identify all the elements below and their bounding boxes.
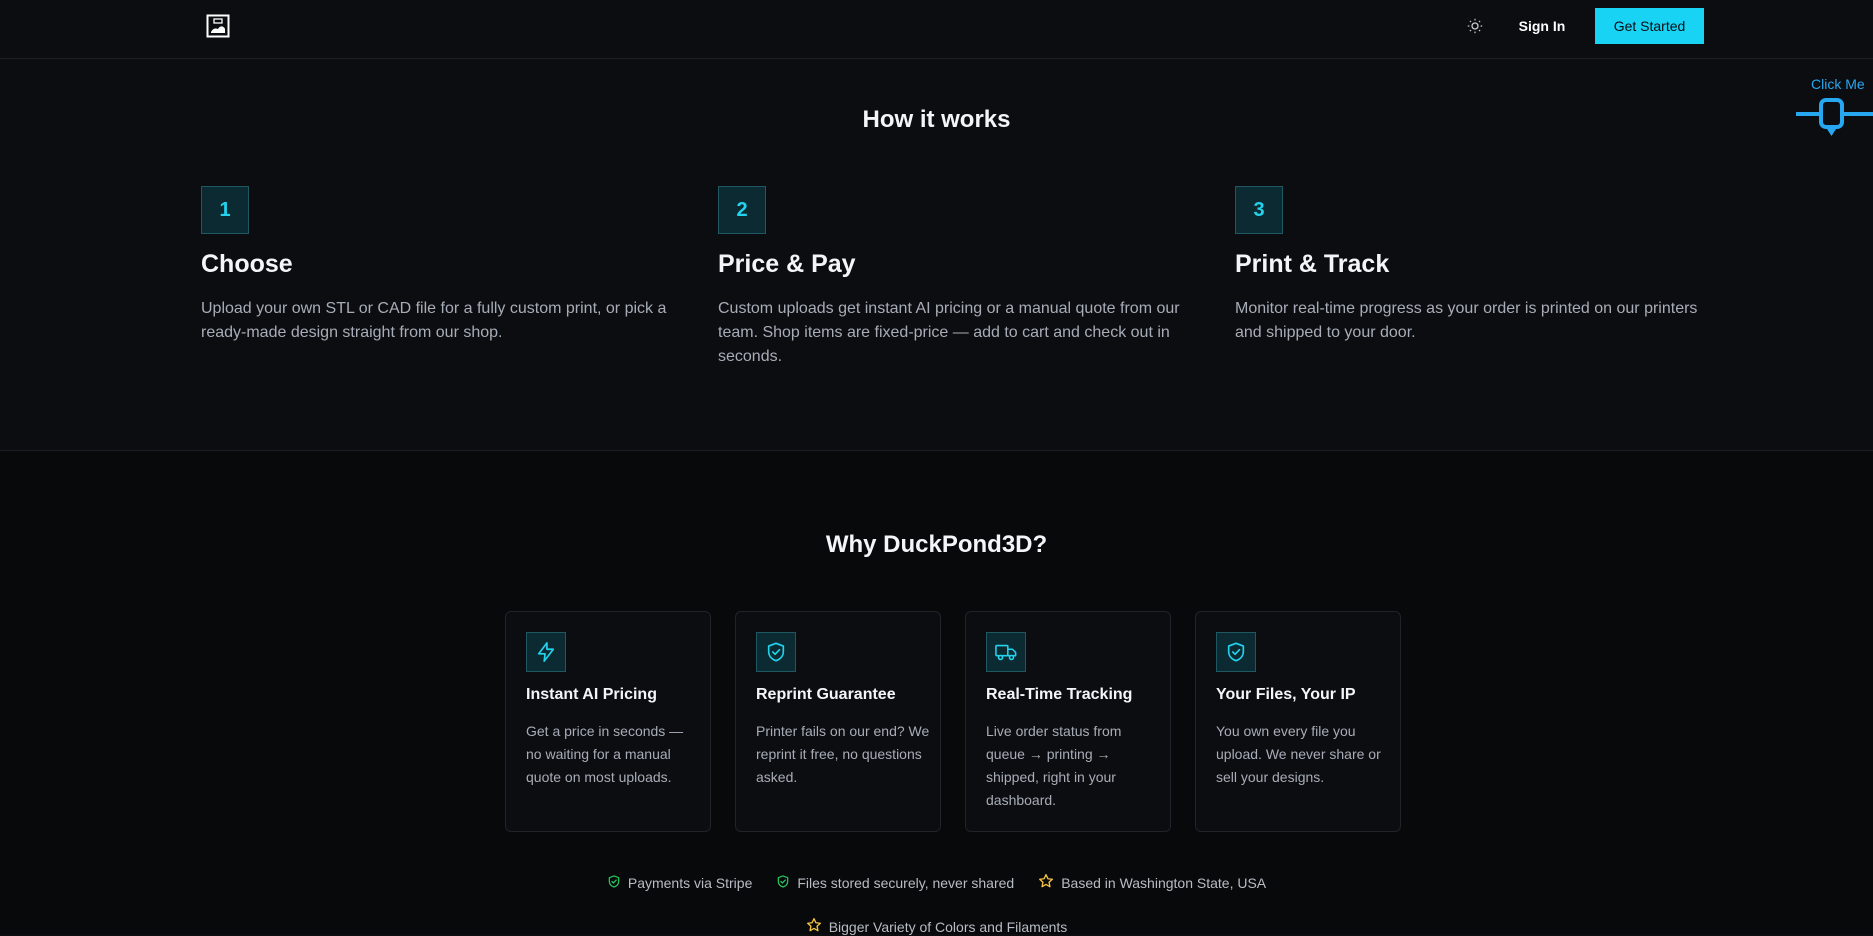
feature-card: Instant AI Pricing Get a price in second… xyxy=(505,611,711,832)
truck-icon xyxy=(986,632,1026,672)
step-description: Monitor real-time progress as your order… xyxy=(1235,300,1698,341)
why-title: Why DuckPond3D? xyxy=(825,531,1048,558)
feature-card: Reprint Guarantee Printer fails on our e… xyxy=(735,611,941,832)
feature-description: Printer fails on our end? We reprint it … xyxy=(756,723,930,785)
step-number-badge: 1 xyxy=(201,186,249,234)
badge-label: Bigger Variety of Colors and Filaments xyxy=(828,918,1068,935)
feature-card: Your Files, Your IP You own every file y… xyxy=(1195,611,1401,832)
star-icon xyxy=(806,917,822,936)
star-icon xyxy=(1038,873,1054,892)
top-navbar: Sign In Get Started xyxy=(0,0,1873,59)
feature-title: Real-Time Tracking xyxy=(986,686,1133,703)
trust-badges-row-2: Bigger Variety of Colors and Filaments xyxy=(0,917,1873,936)
feature-card: Real-Time Tracking Live order status fro… xyxy=(965,611,1171,832)
how-it-works-title: How it works xyxy=(862,106,1011,133)
get-started-button[interactable]: Get Started xyxy=(1595,8,1704,44)
sun-icon[interactable] xyxy=(1465,16,1485,36)
feature-description: Get a price in seconds — no waiting for … xyxy=(526,723,684,785)
badge-variety: Bigger Variety of Colors and Filaments xyxy=(806,917,1068,936)
feature-title: Your Files, Your IP xyxy=(1216,686,1356,703)
feature-description: You own every file you upload. We never … xyxy=(1216,723,1381,785)
step-title: Print & Track xyxy=(1235,250,1390,278)
sign-in-button[interactable]: Sign In xyxy=(1505,8,1579,44)
step-number-badge: 2 xyxy=(718,186,766,234)
step-card: 2 Price & Pay Custom uploads get instant… xyxy=(718,186,1188,369)
lightning-icon xyxy=(526,632,566,672)
duck-box-logo-icon[interactable] xyxy=(206,14,230,38)
step-description: Upload your own STL or CAD file for a fu… xyxy=(201,300,667,341)
feature-title: Reprint Guarantee xyxy=(756,686,896,703)
badge-label: Files stored securely, never shared xyxy=(797,874,1015,891)
click-me-label[interactable]: Click Me xyxy=(1811,76,1865,92)
trust-badges: Payments via Stripe Files stored securel… xyxy=(0,873,1873,892)
badge-secure-files: Files stored securely, never shared xyxy=(776,873,1014,892)
badge-label: Payments via Stripe xyxy=(627,874,753,891)
badge-stripe: Payments via Stripe xyxy=(607,873,753,892)
step-card: 3 Print & Track Monitor real-time progre… xyxy=(1235,186,1705,345)
badge-label: Based in Washington State, USA xyxy=(1061,874,1267,891)
shield-check-icon xyxy=(776,874,790,892)
step-description: Custom uploads get instant AI pricing or… xyxy=(718,300,1180,365)
shield-check-icon xyxy=(1216,632,1256,672)
step-number-badge: 3 xyxy=(1235,186,1283,234)
shield-check-icon xyxy=(607,874,621,892)
step-card: 1 Choose Upload your own STL or CAD file… xyxy=(201,186,671,345)
feature-title: Instant AI Pricing xyxy=(526,686,657,703)
feature-description: Live order status from queue → printing … xyxy=(986,723,1122,808)
badge-location: Based in Washington State, USA xyxy=(1038,873,1266,892)
step-title: Choose xyxy=(201,250,293,278)
shield-check-icon xyxy=(756,632,796,672)
step-title: Price & Pay xyxy=(718,250,856,278)
